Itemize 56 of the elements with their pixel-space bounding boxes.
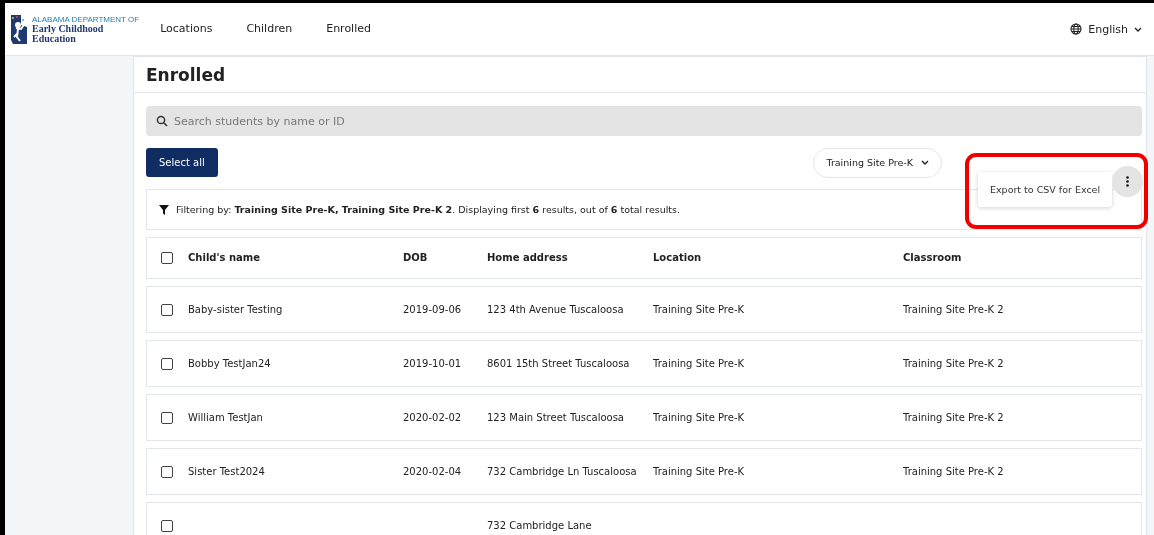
table-cell-text: Training Site Pre-K: [653, 464, 746, 479]
column-header: Home address: [487, 251, 569, 265]
table-cell-text: 123 4th Avenue Tuscaloosa: [487, 302, 625, 317]
table-cell-text: Training Site Pre-K: [653, 356, 746, 371]
filter-icon: [159, 204, 169, 215]
table-cell-text: 2019-09-06: [403, 302, 463, 317]
table-row[interactable]: Sister Test2024 2020-02-04 732 Cambridge Ln Tuscaloosa Training Site Pre-K Training Site Pre-K 2: [146, 448, 1142, 495]
table-cell-text: Training Site Pre-K: [653, 410, 746, 425]
table-cell-text: Training Site Pre-K 2: [903, 464, 1005, 479]
table-cell-text: 8601 15th Street Tuscaloosa: [487, 356, 631, 371]
logo-drawing: [9, 14, 29, 44]
agency-text: ALABAMA DEPARTMENT OF: [32, 14, 140, 24]
checkbox[interactable]: [161, 303, 173, 316]
checkbox[interactable]: [161, 252, 173, 264]
filter-summary-text: Filtering by: Training Site Pre-K, Training Site Pre-K 2. Displaying first 6 results, out of 6 total results.: [176, 204, 681, 215]
table-cell-text: 732 Cambridge Ln Tuscaloosa: [487, 464, 638, 479]
menu-item[interactable]: Export to CSV for Excel: [978, 176, 1113, 203]
checkbox[interactable]: [161, 357, 173, 370]
column-header: DOB: [403, 251, 429, 265]
more-options-button[interactable]: [1112, 166, 1144, 197]
kebab-icon: [1126, 176, 1130, 187]
page-title: Enrolled: [134, 59, 1146, 93]
table-cell-text: 123 Main Street Tuscaloosa: [487, 410, 625, 425]
table-cell-text: Training Site Pre-K 2: [903, 356, 1005, 371]
table-row[interactable]: Bobby TestJan24 2019-10-01 8601 15th Street Tuscaloosa Training Site Pre-K Training Site Pre-K 2: [146, 340, 1142, 387]
checkbox[interactable]: [161, 519, 173, 532]
brand-text: Early Childhood: [32, 23, 105, 34]
table-cell-text: Training Site Pre-K: [653, 302, 746, 317]
table-cell-text: Training Site Pre-K 2: [903, 410, 1005, 425]
table-cell-text: Sister Test2024: [188, 464, 266, 479]
language-selector[interactable]: English: [1070, 22, 1142, 36]
select-all-button[interactable]: Select all: [146, 148, 218, 177]
globe-icon: [1070, 23, 1083, 35]
table-cell-text: Bobby TestJan24: [188, 356, 272, 371]
table-cell-text: Baby-sister Testing: [188, 302, 284, 317]
table-cell-text: 2020-02-04: [403, 464, 463, 479]
table-cell-text: 2019-10-01: [403, 356, 463, 371]
table-cell-text: William TestJan: [188, 410, 264, 425]
table-row[interactable]: William TestJan 2020-02-02 123 Main Street Tuscaloosa Training Site Pre-K Training Site Pre-K 2: [146, 394, 1142, 441]
table-row[interactable]: 732 Cambridge Lane: [146, 502, 1142, 535]
table-cell-text: 732 Cambridge Lane: [487, 518, 593, 533]
search-field[interactable]: Search students by name or ID: [146, 106, 1142, 136]
table-row[interactable]: Baby-sister Testing 2019-09-06 123 4th Avenue Tuscaloosa Training Site Pre-K Training Site Pre-K 2: [146, 286, 1142, 333]
column-header: Classroom: [903, 251, 963, 265]
nav-link[interactable]: Enrolled: [309, 19, 388, 39]
nav-link[interactable]: Locations: [143, 19, 230, 39]
nav-link[interactable]: Children: [229, 19, 310, 39]
chevron-down-icon: [1134, 26, 1142, 32]
table-cell-text: 2020-02-02: [403, 410, 463, 425]
checkbox[interactable]: [161, 465, 173, 478]
column-header: Child's name: [188, 251, 262, 265]
table-cell-text: Training Site Pre-K 2: [903, 302, 1005, 317]
brand-text: Education: [32, 33, 77, 44]
checkbox[interactable]: [161, 411, 173, 424]
chevron-down-icon: [921, 160, 929, 165]
column-header: Location: [653, 251, 703, 265]
